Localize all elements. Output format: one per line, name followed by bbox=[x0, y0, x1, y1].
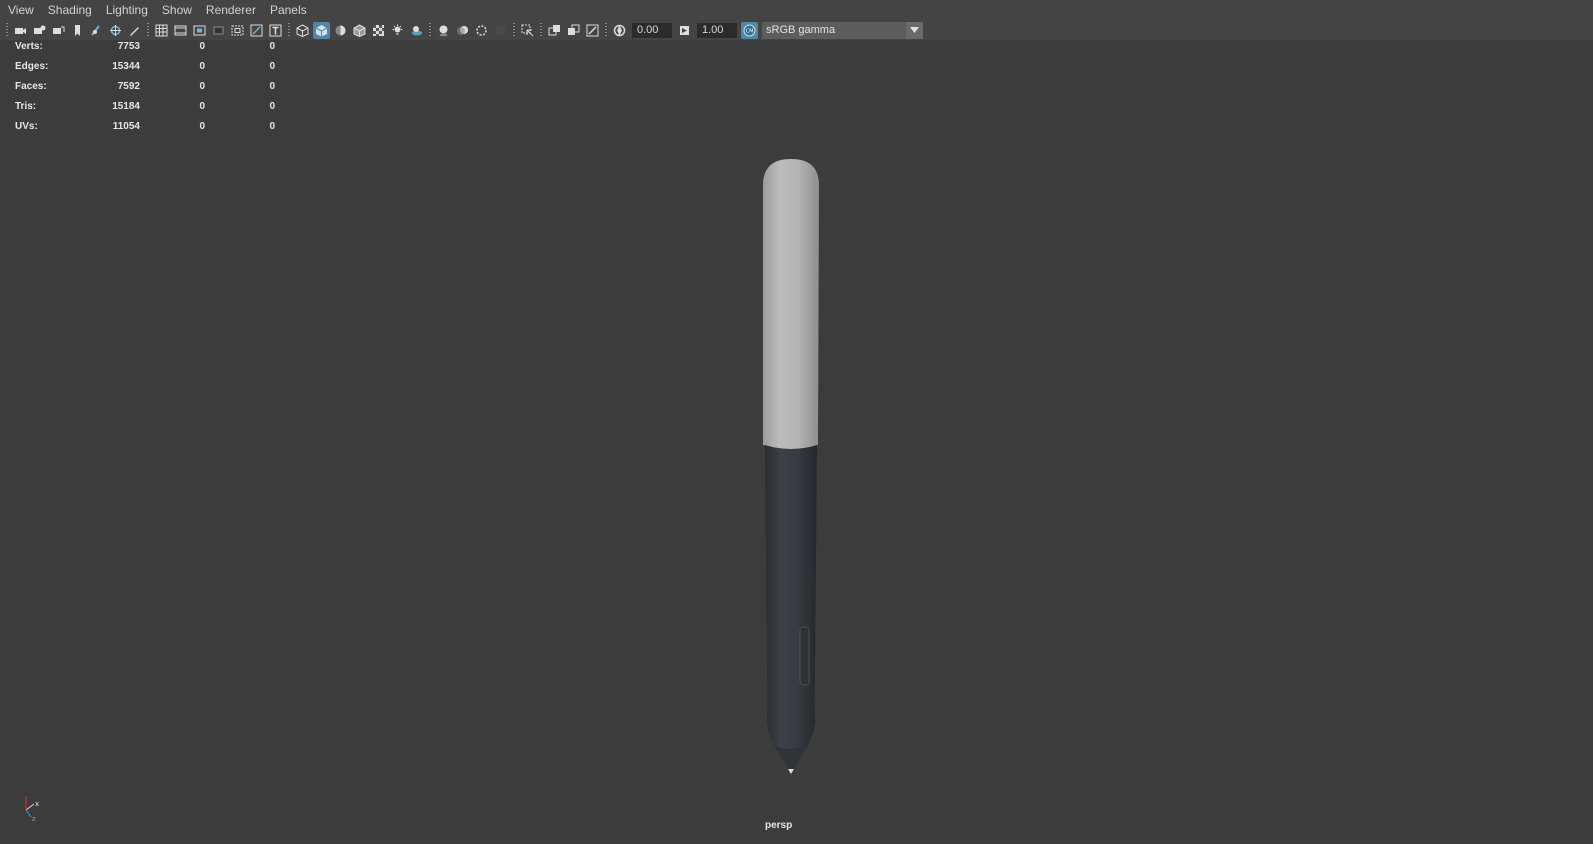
safe-title-icon[interactable] bbox=[267, 22, 284, 39]
view-axis-gizmo: x z bbox=[25, 796, 39, 822]
hud-value: 7592 bbox=[117, 81, 140, 92]
axis-z-label: z bbox=[32, 815, 36, 822]
toolbar-separator bbox=[605, 23, 607, 37]
x-ray-joints-icon[interactable] bbox=[584, 22, 601, 39]
hud-value: 0 bbox=[199, 121, 205, 132]
bookmarks-icon[interactable] bbox=[50, 22, 67, 39]
stylus-pen-model[interactable] bbox=[760, 155, 824, 785]
poly-count-hud: Verts: 7753 0 0 Edges: 15344 0 0 Faces: … bbox=[15, 41, 275, 141]
hud-value: 0 bbox=[199, 101, 205, 112]
hud-row-tris: Tris: 15184 0 0 bbox=[15, 101, 275, 121]
svg-text:CM: CM bbox=[746, 28, 754, 34]
camera-name-label: persp bbox=[765, 820, 793, 831]
x-ray-active-icon[interactable] bbox=[565, 22, 582, 39]
hud-label: Verts: bbox=[15, 41, 43, 52]
gate-mask-icon[interactable] bbox=[210, 22, 227, 39]
exposure-icon[interactable] bbox=[611, 22, 628, 39]
toolbar-separator bbox=[513, 23, 515, 37]
toolbar-separator bbox=[429, 23, 431, 37]
textured-icon[interactable] bbox=[370, 22, 387, 39]
use-all-lights-icon[interactable] bbox=[389, 22, 406, 39]
chevron-down-icon[interactable] bbox=[906, 21, 923, 39]
motion-blur-icon[interactable] bbox=[454, 22, 471, 39]
hud-row-edges: Edges: 15344 0 0 bbox=[15, 61, 275, 81]
hud-value: 0 bbox=[199, 61, 205, 72]
hud-value: 0 bbox=[269, 101, 275, 112]
menu-renderer[interactable]: Renderer bbox=[199, 0, 263, 20]
hud-value: 15184 bbox=[112, 101, 140, 112]
pen-body bbox=[765, 445, 817, 769]
axis-x-label: x bbox=[35, 800, 39, 808]
toolbar-separator bbox=[6, 23, 8, 37]
hud-label: UVs: bbox=[15, 121, 38, 132]
hud-label: Edges: bbox=[15, 61, 49, 72]
shaded-wireframe-icon[interactable] bbox=[351, 22, 368, 39]
hud-row-uvs: UVs: 11054 0 0 bbox=[15, 121, 275, 141]
hud-value: 15344 bbox=[112, 61, 140, 72]
hud-value: 0 bbox=[269, 121, 275, 132]
image-plane-icon[interactable] bbox=[69, 22, 86, 39]
pen-cap bbox=[763, 159, 819, 449]
toolbar-separator bbox=[288, 23, 290, 37]
gamma-field[interactable]: 1.00 bbox=[697, 22, 737, 38]
viewport-menubar: View Shading Lighting Show Renderer Pane… bbox=[0, 0, 1593, 20]
anti-aliasing-icon[interactable] bbox=[473, 22, 490, 39]
pen-side-switch bbox=[799, 626, 810, 686]
grid-icon[interactable] bbox=[153, 22, 170, 39]
pen-nib bbox=[788, 769, 794, 774]
default-material-icon[interactable] bbox=[332, 22, 349, 39]
gamma-icon[interactable] bbox=[676, 22, 693, 39]
shadows-icon[interactable] bbox=[408, 22, 425, 39]
screen-space-ao-icon[interactable] bbox=[435, 22, 452, 39]
menu-show[interactable]: Show bbox=[155, 0, 199, 20]
hud-label: Tris: bbox=[15, 101, 37, 112]
safe-action-icon[interactable] bbox=[248, 22, 265, 39]
hud-value: 0 bbox=[269, 81, 275, 92]
two-d-pan-zoom-icon[interactable] bbox=[88, 22, 105, 39]
film-gate-icon[interactable] bbox=[172, 22, 189, 39]
camera-attributes-icon[interactable] bbox=[31, 22, 48, 39]
axis-z-line bbox=[25, 809, 32, 818]
resolution-gate-icon[interactable] bbox=[191, 22, 208, 39]
hud-row-faces: Faces: 7592 0 0 bbox=[15, 81, 275, 101]
hud-value: 7753 bbox=[117, 41, 140, 52]
x-ray-icon[interactable] bbox=[546, 22, 563, 39]
pencil-icon[interactable] bbox=[126, 22, 143, 39]
hud-value: 0 bbox=[269, 61, 275, 72]
field-chart-icon[interactable] bbox=[229, 22, 246, 39]
color-management-icon[interactable]: CM bbox=[741, 21, 758, 39]
axis-x-line bbox=[25, 803, 35, 811]
hud-row-verts: Verts: 7753 0 0 bbox=[15, 41, 275, 61]
menu-panels[interactable]: Panels bbox=[263, 0, 314, 20]
exposure-field[interactable]: 0.00 bbox=[632, 22, 672, 38]
isolate-select-icon[interactable] bbox=[519, 22, 536, 39]
hud-value: 11054 bbox=[112, 121, 140, 132]
grease-pencil-icon[interactable] bbox=[107, 22, 124, 39]
toolbar-separator bbox=[540, 23, 542, 37]
hud-value: 0 bbox=[199, 81, 205, 92]
select-camera-icon[interactable] bbox=[12, 22, 29, 39]
toolbar-separator bbox=[147, 23, 149, 37]
hud-label: Faces: bbox=[15, 81, 47, 92]
view-transform-select[interactable]: sRGB gamma bbox=[762, 21, 923, 39]
depth-of-field-icon[interactable] bbox=[492, 22, 509, 39]
menu-view[interactable]: View bbox=[0, 0, 41, 20]
hud-value: 0 bbox=[269, 41, 275, 52]
hud-value: 0 bbox=[199, 41, 205, 52]
menu-shading[interactable]: Shading bbox=[41, 0, 99, 20]
viewport-toolbar: 0.00 1.00 CM sRGB gamma bbox=[0, 20, 1593, 40]
view-transform-value: sRGB gamma bbox=[766, 24, 836, 36]
wireframe-icon[interactable] bbox=[294, 22, 311, 39]
smooth-shade-icon[interactable] bbox=[313, 21, 330, 39]
menu-lighting[interactable]: Lighting bbox=[99, 0, 155, 20]
